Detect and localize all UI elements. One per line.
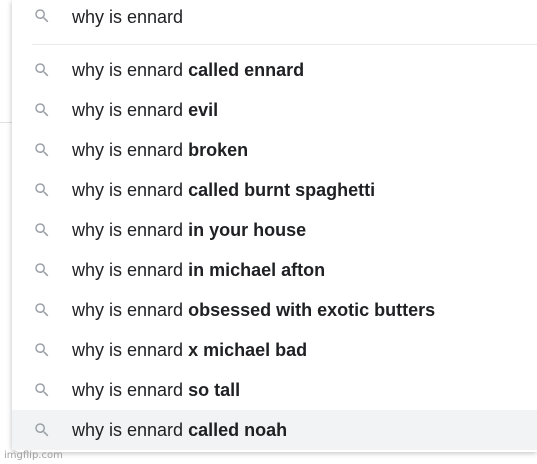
search-icon [32,380,52,400]
suggestion-completion: evil [188,100,219,120]
suggestion-text: why is ennard broken [72,139,248,161]
search-icon [32,100,52,120]
suggestion-completion: obsessed with exotic butters [188,300,436,320]
suggestion-text: why is ennard in michael afton [72,259,325,281]
search-input[interactable] [72,4,512,30]
search-box[interactable] [12,0,537,36]
suggestion-prefix: why is ennard [72,180,184,200]
suggestion-item[interactable]: why is ennard called burnt spaghetti [12,170,537,210]
search-icon [32,180,52,200]
search-icon [32,60,52,80]
suggestion-prefix: why is ennard [72,300,184,320]
suggestion-completion: in your house [188,220,307,240]
suggestion-text: why is ennard in your house [72,219,306,241]
search-icon [32,300,52,320]
suggestion-prefix: why is ennard [72,420,184,440]
suggestion-completion: called burnt spaghetti [188,180,376,200]
suggestion-list: why is ennard called ennard why is ennard… [12,50,537,450]
watermark: imgflip.com [4,450,63,461]
page: why is ennard called ennardwhy is ennard… [0,0,537,464]
suggestion-text: why is ennard called burnt spaghetti [72,179,375,201]
background-divider [0,122,12,123]
suggestion-prefix: why is ennard [72,380,184,400]
suggestion-prefix: why is ennard [72,60,184,80]
suggestion-completion: called noah [188,420,288,440]
suggestion-item[interactable]: why is ennard so tall [12,370,537,410]
suggestion-text: why is ennard evil [72,99,218,121]
suggestion-text: why is ennard so tall [72,379,240,401]
search-icon [32,340,52,360]
suggestion-text: why is ennard x michael bad [72,339,307,361]
suggestion-text: why is ennard called ennard [72,59,304,81]
search-icon [32,6,52,26]
suggestion-item[interactable]: why is ennard broken [12,130,537,170]
suggestion-prefix: why is ennard [72,260,184,280]
suggestion-text: why is ennard called noah [72,419,287,441]
suggestion-item[interactable]: why is ennard x michael bad [12,330,537,370]
suggestion-item[interactable]: why is ennard evil [12,90,537,130]
suggestion-text: why is ennard obsessed with exotic butte… [72,299,435,321]
search-icon [32,140,52,160]
search-icon [32,220,52,240]
search-icon [32,420,52,440]
suggestion-completion: x michael bad [188,340,308,360]
suggestion-item[interactable]: why is ennard in michael afton [12,250,537,290]
suggestion-completion: in michael afton [188,260,326,280]
suggestion-item[interactable]: why is ennard in your house [12,210,537,250]
suggestion-completion: broken [188,140,249,160]
search-divider [32,44,537,45]
suggestion-completion: so tall [188,380,241,400]
suggestion-prefix: why is ennard [72,220,184,240]
suggestion-prefix: why is ennard [72,340,184,360]
suggestion-completion: called ennard [188,60,305,80]
suggestion-item[interactable]: why is ennard obsessed with exotic butte… [12,290,537,330]
suggestion-item[interactable]: why is ennard called ennard [12,50,537,90]
suggestion-prefix: why is ennard [72,140,184,160]
autocomplete-dropdown: why is ennard called ennardwhy is ennard… [12,0,537,452]
suggestion-prefix: why is ennard [72,100,184,120]
suggestion-item[interactable]: why is ennard called noah [12,410,537,450]
search-icon [32,260,52,280]
